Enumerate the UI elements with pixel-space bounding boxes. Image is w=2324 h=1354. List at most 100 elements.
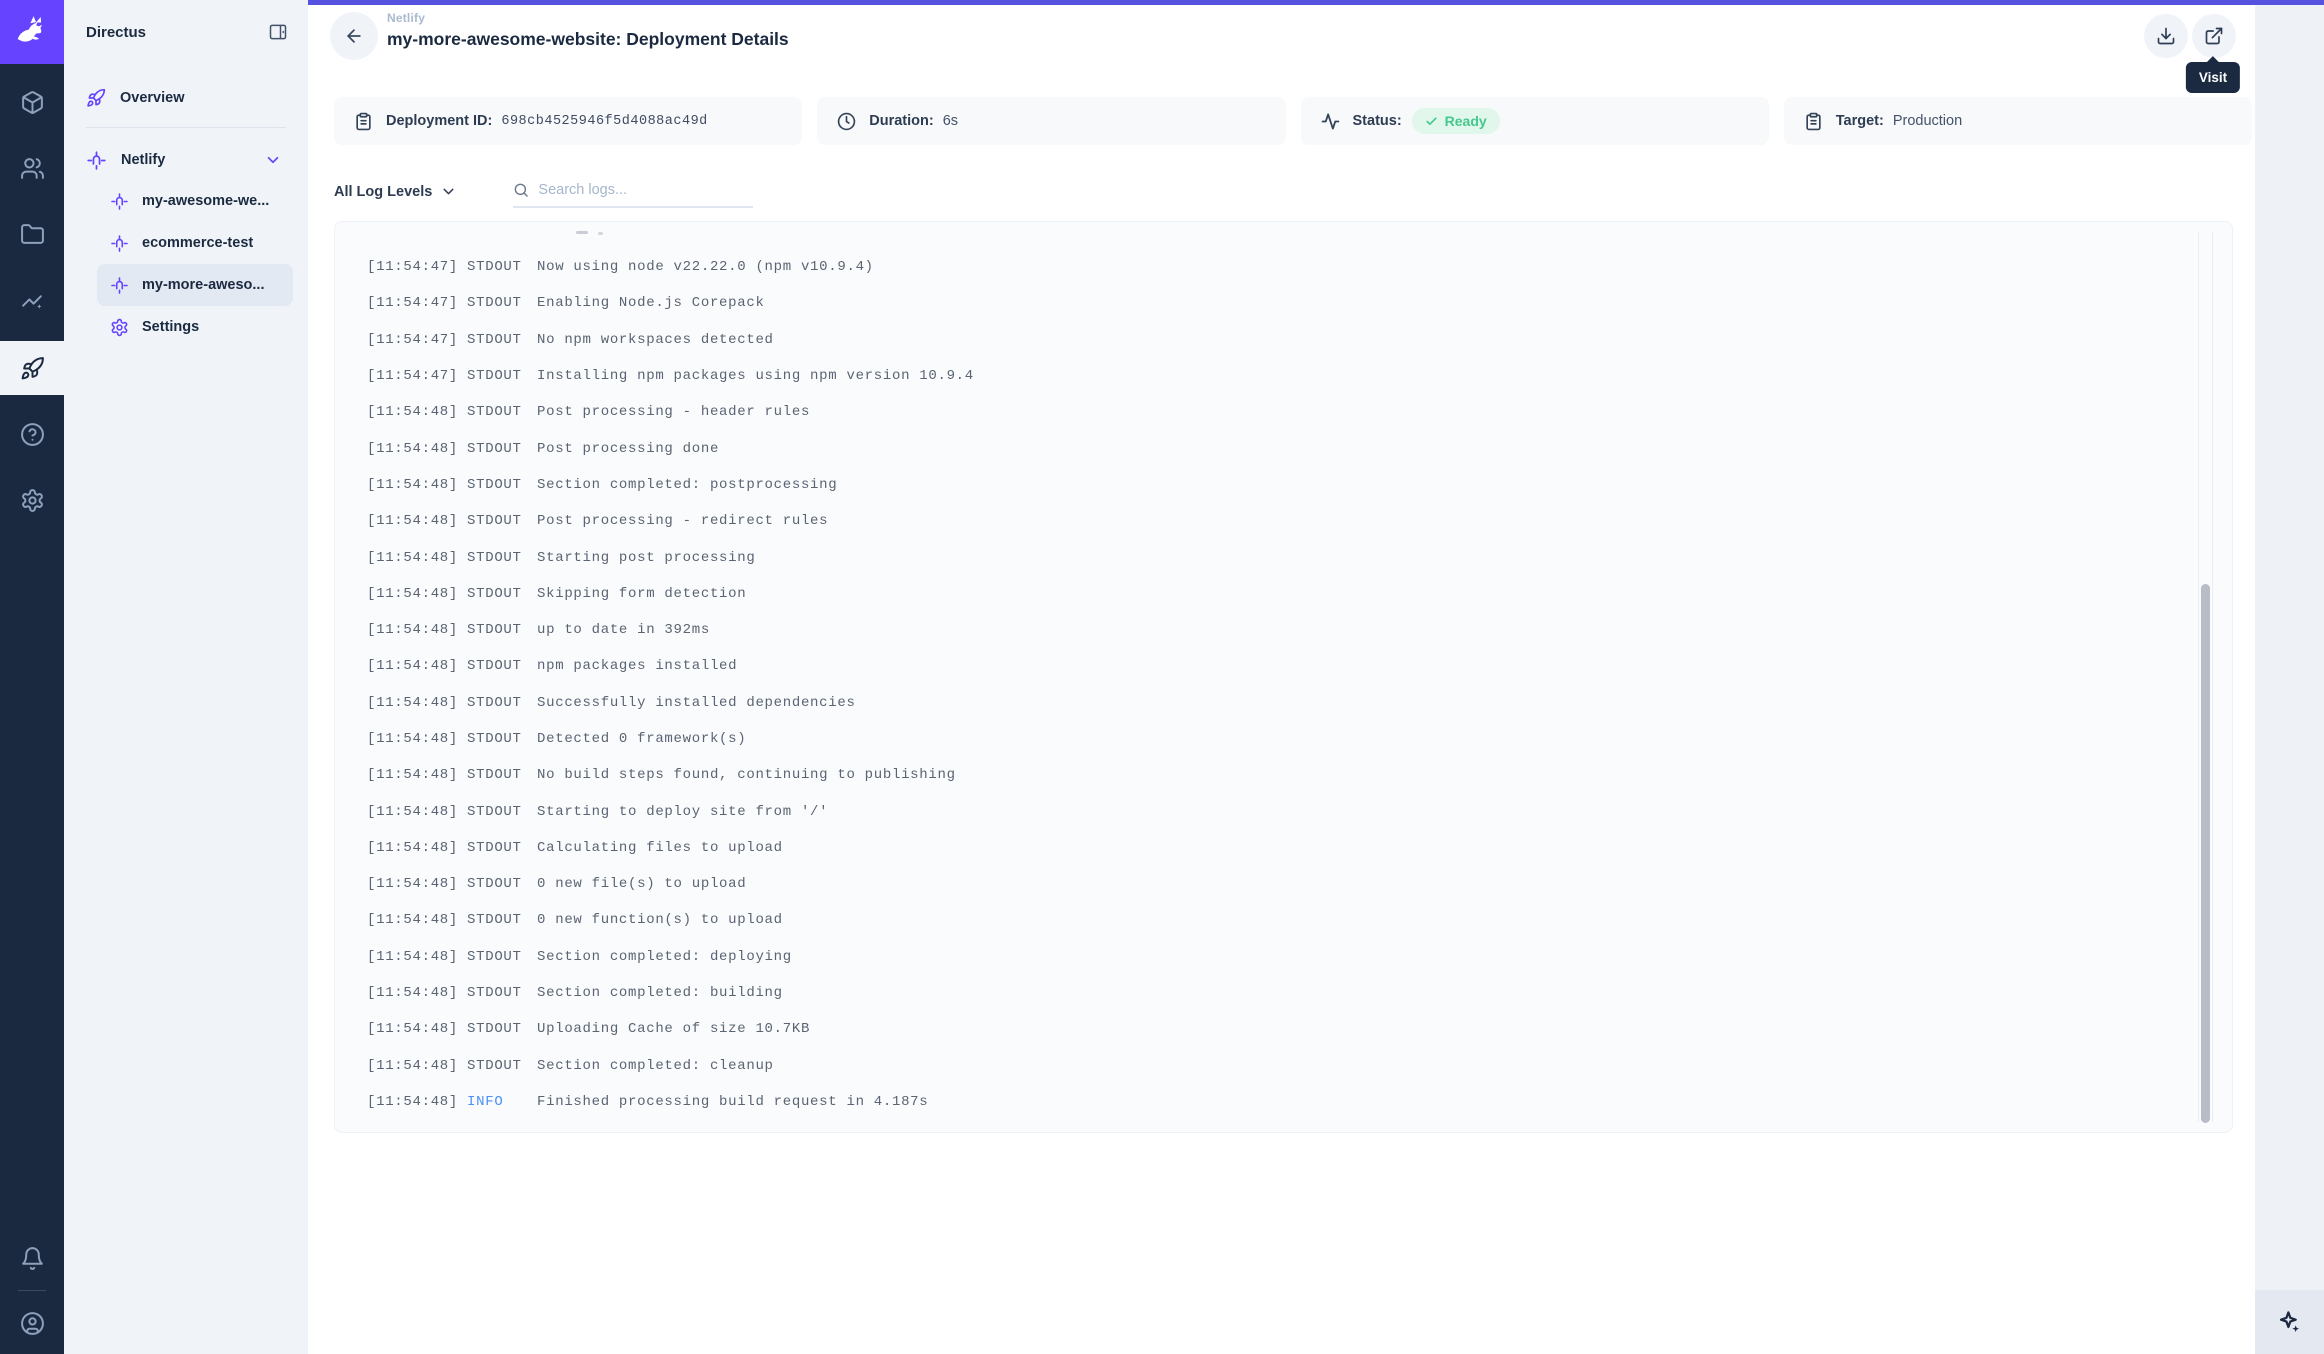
deployment-id-value: 698cb4525946f5d4088ac49d [501,114,707,129]
module-settings-button[interactable] [0,473,64,527]
log-line: [11:54:48]STDOUTStarting to deploy site … [367,793,2172,829]
log-level: STDOUT [467,259,525,275]
sidebar-item-site[interactable]: my-more-aweso... [97,264,293,306]
user-menu-button[interactable] [0,1296,64,1350]
log-viewer[interactable]: [11:54:47] STDOUT Now using node v22.22.0 … [334,221,2233,1133]
chevron-down-icon[interactable] [264,151,282,169]
module-users-button[interactable] [0,141,64,195]
log-scrollbar-track[interactable] [2198,232,2213,1122]
log-message: Section completed: deploying [537,949,792,965]
log-message: Section completed: building [537,985,783,1001]
log-line: [11:54:48]STDOUTPost processing - header… [367,394,2172,430]
sidebar-item-label: my-more-aweso... [142,277,265,293]
log-lines: [11:54:47] STDOUT Now using node v22.22.0 … [367,249,2172,1120]
back-button[interactable] [330,12,378,60]
module-files-button[interactable] [0,207,64,261]
log-line: [11:54:48] STDOUT Post processing - redire… [367,503,2172,539]
app-name: Directus [86,24,268,41]
sidebar-item-label: Settings [142,319,199,335]
log-message: Enabling Node.js Corepack [537,295,765,311]
module-netlify-button[interactable] [0,341,64,395]
nav-panel: Directus Overview Netlify my-awesome-we.… [64,0,308,1354]
log-timestamp: [11:54:48] [367,513,458,529]
log-level: STDOUT [467,840,525,856]
log-level-dropdown-value: All Log Levels [334,184,432,200]
status-card: Status: Ready [1301,97,1769,145]
sidebar-group-netlify[interactable]: Netlify [64,138,308,182]
log-search [513,181,753,208]
log-timestamp: [11:54:48] [367,586,458,602]
log-timestamp: [11:54:47] [367,332,458,348]
sidebar-item-site[interactable]: my-awesome-we... [97,180,293,222]
log-timestamp: [11:54:48] [367,441,458,457]
log-message: 0 new file(s) to upload [537,876,746,892]
sidebar-item-overview[interactable]: Overview [64,76,308,120]
directus-rabbit-icon [13,13,51,51]
log-message: Post processing - redirect rules [537,513,828,529]
log-level: STDOUT [467,876,525,892]
notifications-button[interactable] [0,1231,64,1285]
log-message: Section completed: cleanup [537,1058,774,1074]
log-line: [11:54:48]STDOUTPost processing done [367,430,2172,466]
netlify-icon [110,234,129,253]
log-level: STDOUT [467,513,525,529]
module-insights-button[interactable] [0,273,64,327]
log-timestamp: [11:54:48] [367,804,458,820]
log-line: [11:54:48]STDOUTStarting post processing [367,539,2172,575]
log-timestamp: [11:54:48] [367,1058,458,1074]
sidebar-item-site[interactable]: ecommerce-test [97,222,293,264]
log-line: [11:54:47]STDOUTInstalling npm packages … [367,358,2172,394]
log-message: Now using node v22.22.0 (npm v10.9.4) [537,259,874,275]
sidebar-group-label: Netlify [121,152,165,168]
user-circle-icon [20,1311,45,1336]
arrow-left-icon [344,26,364,46]
log-timestamp: [11:54:48] [367,622,458,638]
log-level: STDOUT [467,550,525,566]
download-icon [2156,26,2176,46]
log-timestamp: [11:54:48] [367,985,458,1001]
sidebar-item-settings[interactable]: Settings [97,306,293,348]
log-message: npm packages installed [537,658,737,674]
help-icon [20,422,45,447]
log-message: No build steps found, continuing to publ… [537,767,956,783]
module-help-button[interactable] [0,407,64,461]
log-level: STDOUT [467,695,525,711]
visit-site-button[interactable] [2192,14,2236,58]
deployment-id-card: Deployment ID: 698cb4525946f5d4088ac49d [334,97,802,145]
log-timestamp: [11:54:48] [367,404,458,420]
card-label: Status: [1353,113,1402,129]
log-level: STDOUT [467,731,525,747]
log-level: STDOUT [467,295,525,311]
directus-logo[interactable] [0,0,64,64]
log-message: Finished processing build request in 4.1… [537,1094,928,1110]
netlify-icon [86,150,107,171]
download-logs-button[interactable] [2144,14,2188,58]
log-timestamp: [11:54:48] [367,1094,458,1110]
log-level: STDOUT [467,949,525,965]
target-card: Target: Production [1784,97,2252,145]
log-level: STDOUT [467,586,525,602]
log-timestamp: [11:54:48] [367,658,458,674]
log-level: STDOUT [467,1058,525,1074]
clipboard-icon [1804,112,1823,131]
log-level: STDOUT [467,658,525,674]
log-level: STDOUT [467,804,525,820]
page-title: my-more-awesome-website: Deployment Deta… [387,29,789,50]
search-input[interactable] [538,182,753,198]
log-line: [11:54:48] STDOUT Section completed: clean… [367,1048,2172,1084]
breadcrumb: Netlify [387,11,789,25]
visit-tooltip: Visit [2186,62,2240,93]
collapse-sidebar-button[interactable] [268,22,288,42]
netlify-icon [110,276,129,295]
ai-assistant-button[interactable] [2255,1290,2324,1354]
log-line: [11:54:47]STDOUTEnabling Node.js Corepac… [367,285,2172,321]
log-level: STDOUT [467,767,525,783]
deployment-info-cards: Deployment ID: 698cb4525946f5d4088ac49d … [334,97,2252,145]
log-message: Post processing done [537,441,719,457]
log-level: STDOUT [467,477,525,493]
log-filters: All Log Levels [334,170,753,208]
log-level-dropdown[interactable]: All Log Levels [334,183,457,208]
log-scrollbar-thumb[interactable] [2201,584,2210,1123]
log-line: [11:54:48]STDOUTSuccessfully installed d… [367,685,2172,721]
module-content-button[interactable] [0,75,64,129]
